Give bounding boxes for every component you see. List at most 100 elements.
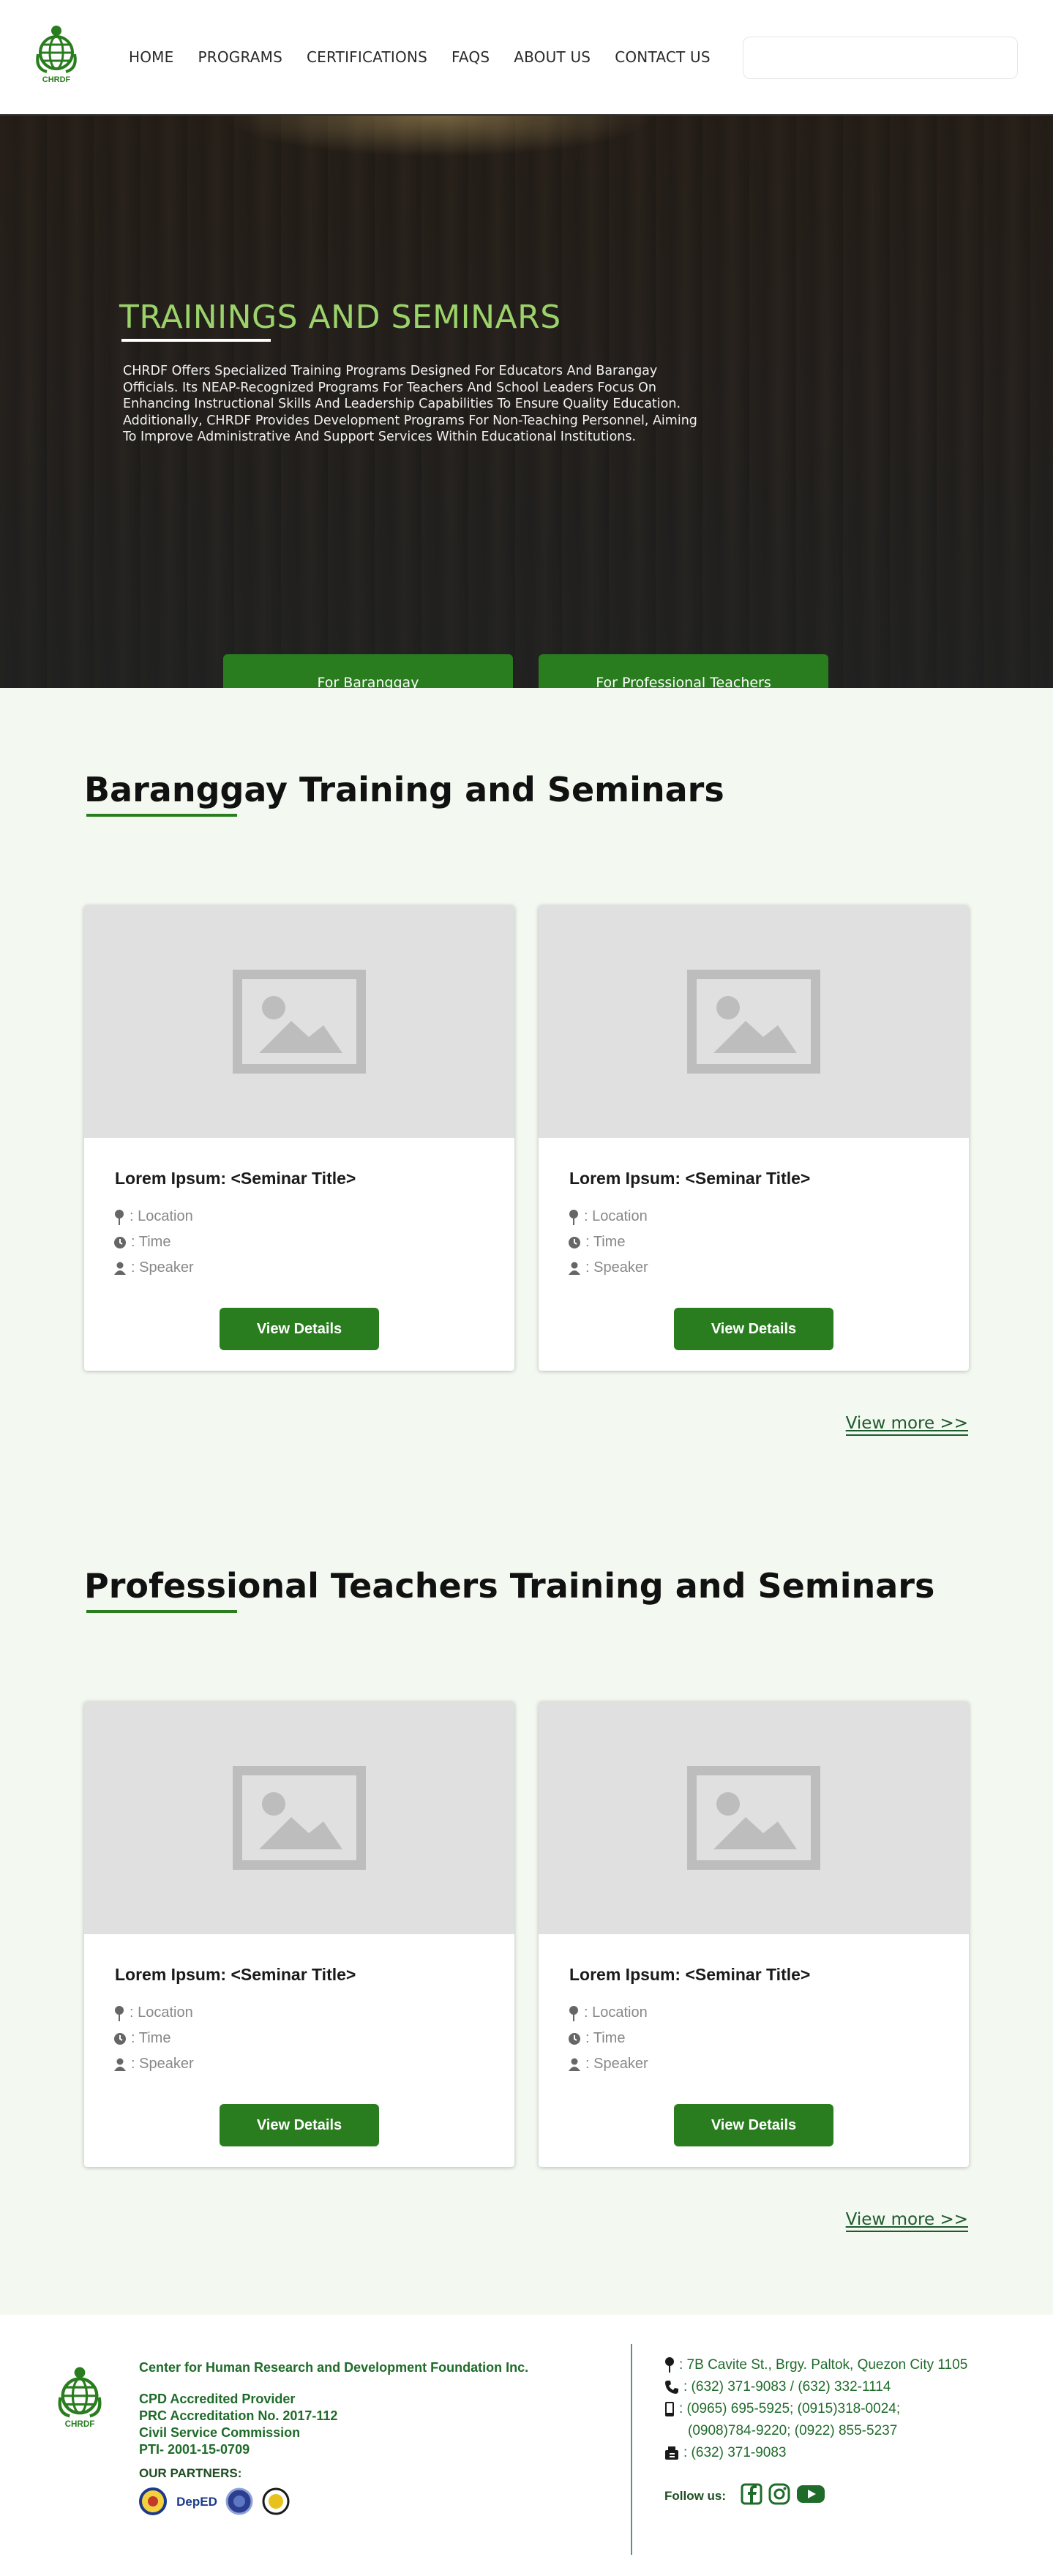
nav-contact-us[interactable]: CONTACT US — [615, 48, 711, 66]
section-title-baranggay: Baranggay Training and Seminars — [84, 770, 724, 809]
clock-icon — [569, 2032, 580, 2045]
mobile-text-2: (0908)784-9220; (0922) 855-5237 — [688, 2423, 898, 2438]
fax-icon — [665, 2446, 678, 2460]
partner-seal-icon — [225, 2487, 253, 2515]
mobile-phone-icon — [665, 2402, 674, 2416]
nav-certifications[interactable]: CERTIFICATIONS — [307, 48, 427, 66]
speaker-text: : Speaker — [585, 1259, 648, 1276]
footer-phone: : (632) 371-9083 / (632) 332-1114 — [664, 2379, 891, 2395]
deped-logo-text: DepED — [176, 2495, 217, 2509]
youtube-icon[interactable] — [796, 2483, 825, 2505]
footer-logo-text: CHRDF — [65, 2419, 95, 2429]
mobile-text-1: : (0965) 695-5925; (0915)318-0024; — [679, 2401, 901, 2416]
speaker-text: : Speaker — [131, 2056, 194, 2072]
card-image-placeholder — [84, 1701, 514, 1934]
card-image-placeholder — [539, 905, 969, 1138]
location-text: : Location — [584, 2004, 648, 2021]
time-text: : Time — [131, 2030, 171, 2046]
view-details-button[interactable]: View Details — [674, 1308, 833, 1350]
view-details-button[interactable]: View Details — [674, 2104, 833, 2146]
card-time: : Time — [568, 1234, 625, 1251]
card-time: : Time — [568, 2030, 625, 2047]
card-location: : Location — [113, 2004, 193, 2021]
image-placeholder-icon — [687, 1766, 820, 1870]
view-more-link-professional-teachers[interactable]: View more >> — [845, 2210, 968, 2232]
site-footer: CHRDF Center for Human Research and Deve… — [0, 2315, 1053, 2576]
deped-logo-icon: DepED — [176, 2495, 217, 2509]
card-title: Lorem Ipsum: <Seminar Title> — [569, 1169, 811, 1188]
map-pin-icon — [569, 1209, 578, 1225]
location-text: : Location — [584, 1208, 648, 1224]
footer-mobile-cont: (0908)784-9220; (0922) 855-5237 — [688, 2423, 897, 2439]
chrdf-footer-logo: CHRDF — [58, 2367, 102, 2429]
chrdf-logo[interactable]: CHRDF — [32, 25, 80, 85]
image-placeholder-icon — [233, 1766, 366, 1870]
nav-home[interactable]: HOME — [129, 48, 173, 66]
hero-description: CHRDF Offers Specialized Training Progra… — [123, 364, 697, 444]
card-speaker: : Speaker — [568, 1259, 648, 1276]
section-title-professional-teachers: Professional Teachers Training and Semin… — [84, 1566, 935, 1606]
facebook-icon[interactable] — [741, 2483, 762, 2505]
main-nav: HOME PROGRAMS CERTIFICATIONS FAQS ABOUT … — [129, 48, 711, 66]
card-title: Lorem Ipsum: <Seminar Title> — [115, 1965, 356, 1984]
time-text: : Time — [585, 1234, 626, 1250]
seminar-card: Lorem Ipsum: <Seminar Title> : Location … — [84, 905, 514, 1371]
view-details-button[interactable]: View Details — [220, 1308, 379, 1350]
hero-banner: TRAININGS AND SEMINARS CHRDF Offers Spec… — [0, 116, 1053, 688]
card-location: : Location — [568, 2004, 648, 2021]
card-time: : Time — [113, 2030, 170, 2047]
phone-icon — [665, 2381, 678, 2394]
credential-pti: PTI- 2001-15-0709 — [139, 2442, 250, 2457]
org-name: Center for Human Research and Developmen… — [139, 2360, 529, 2375]
logo-text: CHRDF — [42, 75, 71, 84]
time-text: : Time — [131, 1234, 171, 1250]
nav-faqs[interactable]: FAQS — [451, 48, 490, 66]
seminar-card: Lorem Ipsum: <Seminar Title> : Location … — [539, 905, 969, 1371]
card-time: : Time — [113, 1234, 170, 1251]
view-more-link-baranggay[interactable]: View more >> — [845, 1414, 968, 1436]
image-placeholder-icon — [687, 970, 820, 1074]
hero-title-underline — [121, 339, 271, 342]
card-speaker: : Speaker — [568, 2056, 648, 2073]
hero-title: TRAININGS AND SEMINARS — [119, 299, 561, 336]
address-text: : 7B Cavite St., Brgy. Paltok, Quezon Ci… — [679, 2357, 968, 2373]
user-icon — [569, 2058, 580, 2071]
card-image-placeholder — [84, 905, 514, 1138]
instagram-icon[interactable] — [768, 2483, 790, 2505]
nav-about-us[interactable]: ABOUT US — [514, 48, 591, 66]
partners-label: OUR PARTNERS: — [139, 2466, 242, 2480]
site-header: CHRDF HOME PROGRAMS CERTIFICATIONS FAQS … — [0, 0, 1053, 116]
card-speaker: : Speaker — [113, 2056, 194, 2073]
footer-divider — [631, 2344, 632, 2555]
map-pin-icon — [665, 2357, 674, 2373]
section-underline — [86, 814, 237, 817]
search-input[interactable] — [743, 37, 1018, 79]
map-pin-icon — [569, 2005, 578, 2021]
card-speaker: : Speaker — [113, 1259, 194, 1276]
card-location: : Location — [568, 1208, 648, 1225]
user-icon — [569, 1262, 580, 1275]
location-text: : Location — [130, 1208, 193, 1224]
map-pin-icon — [115, 1209, 124, 1225]
phone-text: : (632) 371-9083 / (632) 332-1114 — [683, 2379, 891, 2395]
nav-programs[interactable]: PROGRAMS — [198, 48, 282, 66]
image-placeholder-icon — [233, 970, 366, 1074]
view-details-button[interactable]: View Details — [220, 2104, 379, 2146]
user-icon — [114, 1262, 126, 1275]
card-image-placeholder — [539, 1701, 969, 1934]
clock-icon — [569, 1236, 580, 1248]
partner-seal-icon — [139, 2487, 167, 2515]
clock-icon — [114, 1236, 126, 1248]
footer-mobile: : (0965) 695-5925; (0915)318-0024; — [664, 2401, 900, 2417]
follow-us-label: Follow us: — [664, 2489, 727, 2503]
card-title: Lorem Ipsum: <Seminar Title> — [569, 1965, 811, 1984]
for-professional-teachers-button[interactable]: For Professional Teachers — [539, 654, 828, 688]
partner-seal-icon — [262, 2487, 290, 2515]
for-baranggay-button[interactable]: For Baranggay — [223, 654, 513, 688]
card-location: : Location — [113, 1208, 193, 1225]
credential-prc: PRC Accreditation No. 2017-112 — [139, 2408, 338, 2423]
footer-address: : 7B Cavite St., Brgy. Paltok, Quezon Ci… — [664, 2357, 967, 2373]
clock-icon — [114, 2032, 126, 2045]
section-underline — [86, 1610, 237, 1613]
fax-text: : (632) 371-9083 — [683, 2445, 787, 2460]
